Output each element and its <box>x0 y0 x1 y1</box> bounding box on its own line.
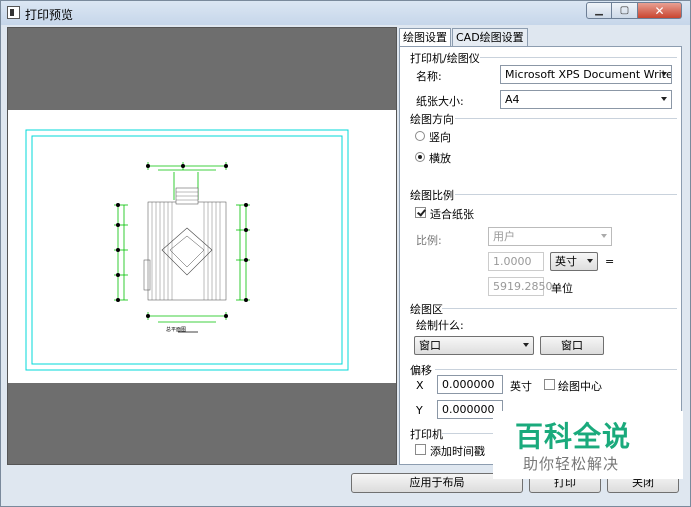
chevron-down-icon <box>661 72 667 76</box>
offset-group-title: 偏移 <box>410 364 432 377</box>
scale-group-title: 绘图比例 <box>410 189 454 202</box>
maximize-icon: ▢ <box>619 5 630 16</box>
printer-group-title: 打印机/绘图仪 <box>410 52 480 65</box>
drawing-caption: 总平面图 <box>166 326 186 333</box>
landscape-radio[interactable] <box>415 152 425 162</box>
portrait-label: 竖向 <box>429 131 451 144</box>
tab-strip: 绘图设置 CAD绘图设置 <box>399 28 529 47</box>
watermark-title: 百科全说 <box>515 420 632 453</box>
plot-what-select[interactable]: 窗口 <box>414 336 534 355</box>
title-bar[interactable]: 打印预览 ▁ ▢ ✕ <box>1 1 690 25</box>
offset-y-label: Y <box>416 404 423 417</box>
printer-name-value: Microsoft XPS Document Writer <box>505 68 672 81</box>
area-group-title: 绘图区 <box>410 303 443 316</box>
orientation-group-title: 绘图方向 <box>410 113 454 126</box>
minimize-icon: ▁ <box>595 5 603 16</box>
equals-sign: = <box>605 255 615 268</box>
center-plot-checkbox[interactable] <box>544 379 555 390</box>
chevron-down-icon <box>601 234 607 238</box>
divider <box>435 369 677 370</box>
close-window-button[interactable]: ✕ <box>638 2 682 19</box>
scale-unit-value: 英寸 <box>555 255 577 268</box>
printer-name-select[interactable]: Microsoft XPS Document Writer <box>500 65 672 84</box>
scale-select[interactable]: 用户 <box>488 227 612 246</box>
print-preview-window: 打印预览 ▁ ▢ ✕ 总平面图 绘图设置 CAD绘图设置 打印机/绘图仪 名称:… <box>0 0 691 507</box>
preview-canvas[interactable]: 总平面图 <box>7 27 397 465</box>
plot-what-value: 窗口 <box>419 339 441 352</box>
scale-select-value: 用户 <box>493 230 515 243</box>
window-select-button[interactable]: 窗口 <box>540 336 604 355</box>
paper-size-label: 纸张大小: <box>416 95 464 108</box>
close-icon: ✕ <box>654 3 665 18</box>
preview-paper: 总平面图 <box>8 110 396 383</box>
divider <box>480 57 677 58</box>
timestamp-checkbox[interactable] <box>415 444 426 455</box>
center-plot-label: 绘图中心 <box>558 380 602 393</box>
watermark-logo: 百科全说 助你轻松解决 <box>493 411 683 479</box>
fit-paper-label: 适合纸张 <box>430 208 474 221</box>
landscape-label: 横放 <box>429 152 451 165</box>
offset-x-label: X <box>416 379 424 392</box>
chevron-down-icon <box>587 259 593 263</box>
minimize-button[interactable]: ▁ <box>586 2 612 19</box>
scale-units-input[interactable]: 5919.2850 <box>488 277 553 296</box>
window-controls: ▁ ▢ ✕ <box>586 2 682 19</box>
offset-x-input[interactable]: 0.000000 <box>437 375 503 394</box>
tab-content: 打印机/绘图仪 名称: Microsoft XPS Document Write… <box>399 46 682 465</box>
chevron-down-icon <box>523 343 529 347</box>
paper-size-select[interactable]: A4 <box>500 90 672 109</box>
fit-paper-checkbox[interactable] <box>415 207 426 218</box>
tab-plot-settings[interactable]: 绘图设置 <box>399 28 451 47</box>
divider <box>455 118 677 119</box>
paper-size-value: A4 <box>505 93 520 106</box>
watermark-subtitle: 助你轻松解决 <box>523 455 620 473</box>
plot-group-title: 打印机 <box>410 428 443 441</box>
settings-panel: 绘图设置 CAD绘图设置 打印机/绘图仪 名称: Microsoft XPS D… <box>399 28 682 465</box>
portrait-radio[interactable] <box>415 131 425 141</box>
scale-value-input[interactable]: 1.0000 <box>488 252 544 271</box>
chevron-down-icon <box>661 97 667 101</box>
timestamp-label: 添加时间戳 <box>430 445 485 458</box>
maximize-button[interactable]: ▢ <box>612 2 638 19</box>
scale-unit-select[interactable]: 英寸 <box>550 252 598 271</box>
divider <box>442 308 677 309</box>
cad-drawing-preview: 总平面图 <box>25 129 349 371</box>
window-title: 打印预览 <box>25 8 74 22</box>
plot-what-label: 绘制什么: <box>416 319 464 332</box>
scale-label: 比例: <box>416 234 442 247</box>
divider <box>455 194 677 195</box>
printer-name-label: 名称: <box>416 70 442 83</box>
tab-cad-plot-settings[interactable]: CAD绘图设置 <box>452 28 528 46</box>
offset-x-unit: 英寸 <box>510 380 532 393</box>
units-label: 单位 <box>551 282 573 295</box>
app-window-icon <box>7 6 20 19</box>
